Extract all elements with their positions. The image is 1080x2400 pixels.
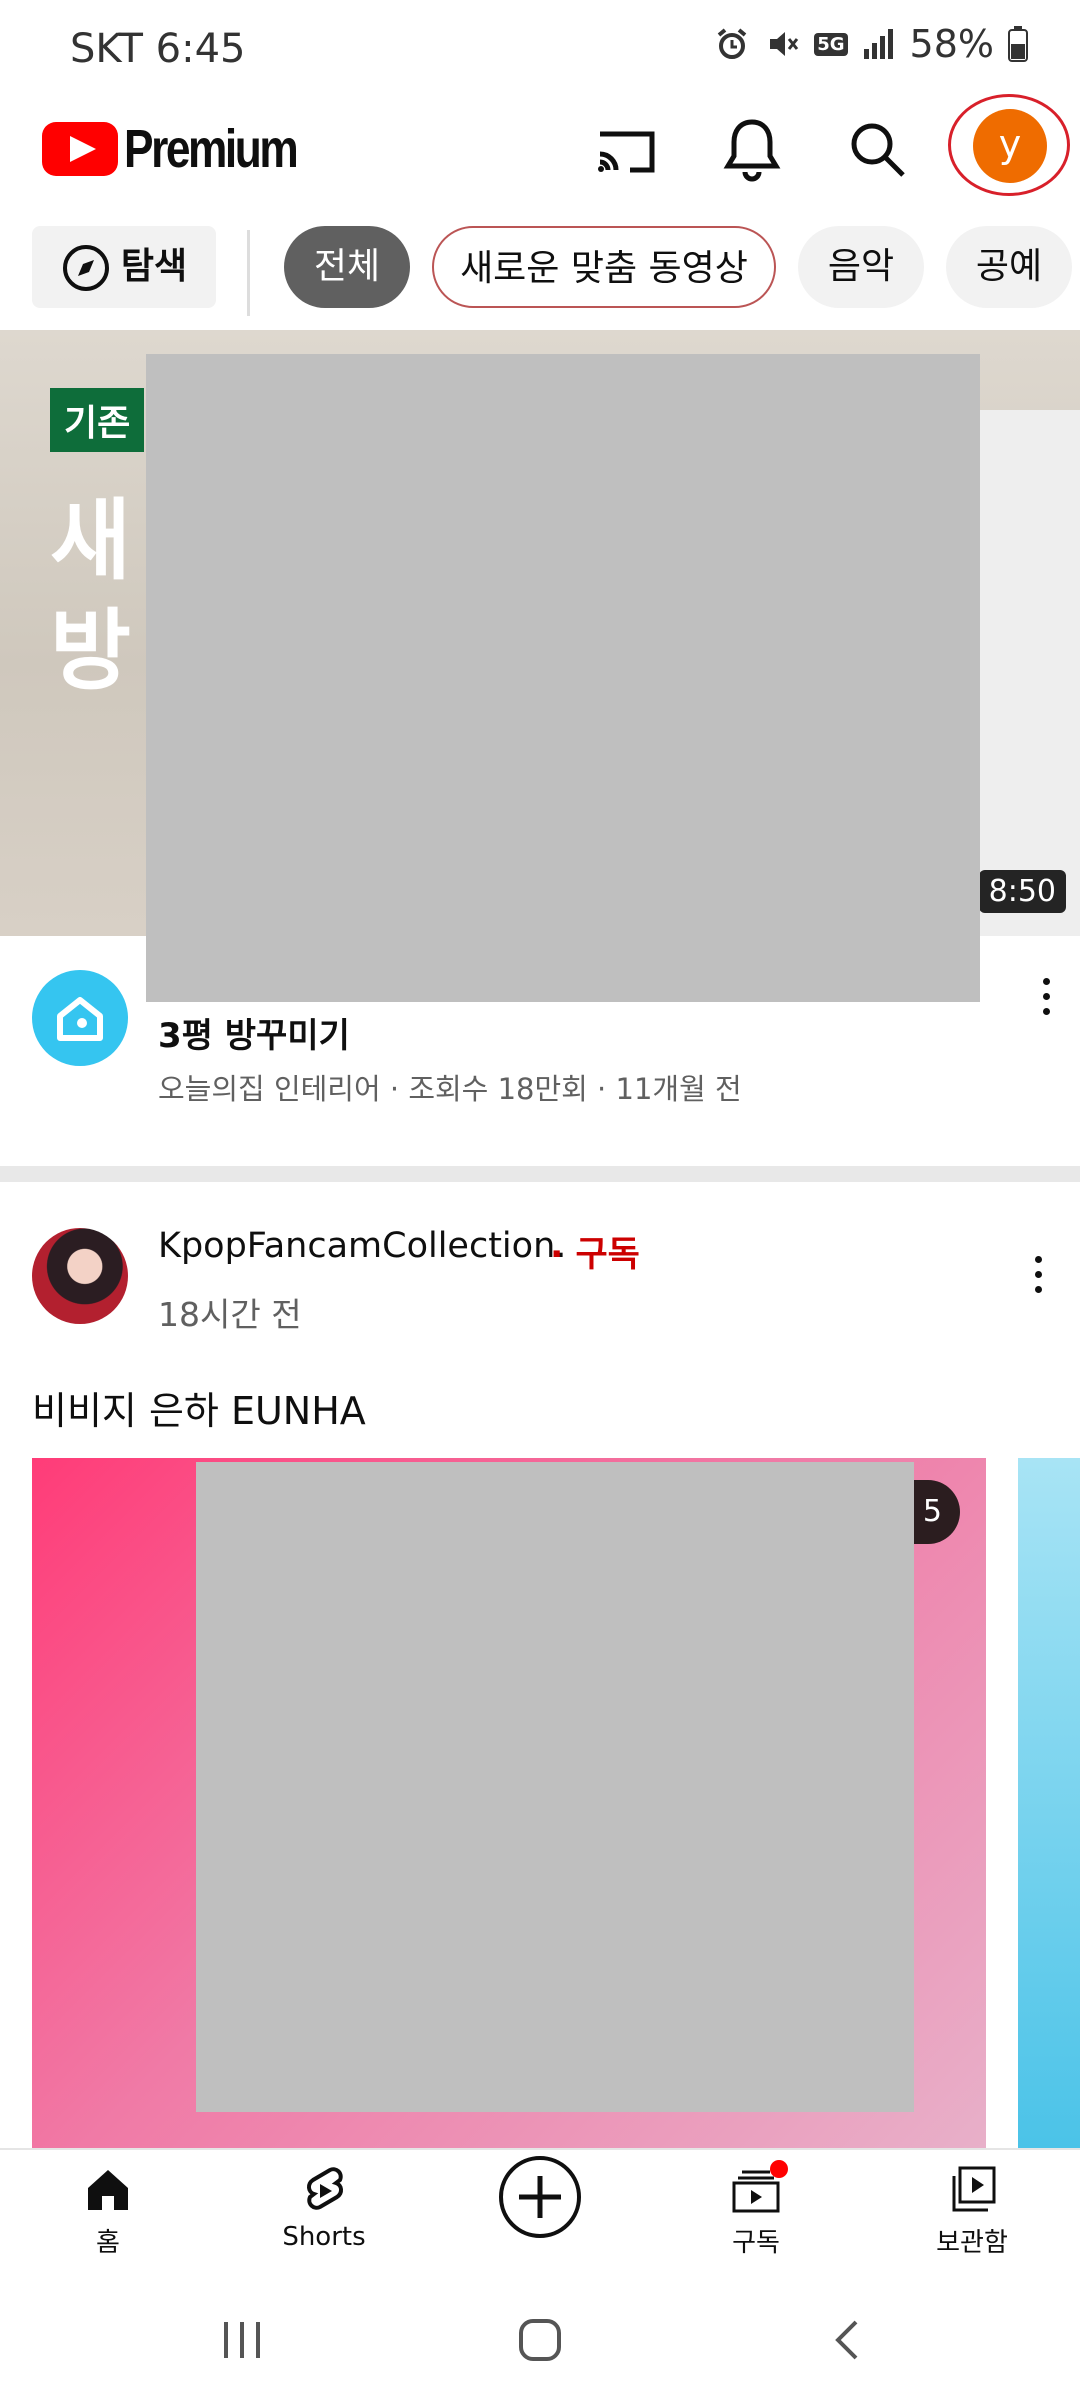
nav-shorts-label: Shorts [282, 2222, 366, 2252]
account-avatar-button[interactable]: y [948, 94, 1070, 196]
nav-library[interactable]: 보관함 [892, 2164, 1052, 2259]
nav-library-label: 보관함 [936, 2228, 1008, 2258]
video-title[interactable]: 3평 방꾸미기 [158, 1008, 350, 1057]
carrier-time: SKT 6:45 [70, 26, 246, 72]
thumbnail-text-line1: 새 [50, 489, 131, 592]
post-channel-avatar[interactable] [32, 1228, 128, 1324]
back-icon[interactable] [826, 2318, 870, 2362]
subscribe-link[interactable]: · 구독 [550, 1226, 640, 1277]
cast-icon[interactable] [586, 110, 666, 190]
network-badge: 5G [814, 32, 848, 56]
house-logo-icon [57, 997, 103, 1041]
channel-avatar[interactable] [32, 970, 128, 1066]
recents-icon[interactable] [220, 2318, 264, 2362]
duration-badge: 8:50 [978, 870, 1066, 913]
video-more-icon[interactable] [1036, 978, 1056, 1018]
youtube-logo-icon [42, 122, 118, 176]
mute-icon [770, 32, 799, 56]
chip-divider [247, 230, 250, 316]
search-icon[interactable] [838, 110, 918, 190]
thumbnail-shelf [970, 410, 1080, 936]
post-more-icon[interactable] [1028, 1256, 1048, 1296]
video-meta: 오늘의집 인테리어 · 조회수 18만회 · 11개월 전 [158, 1072, 742, 1106]
section-divider [0, 1166, 1080, 1182]
create-icon [499, 2156, 581, 2238]
bottom-nav: 홈 Shorts 구독 보관함 [0, 2148, 1080, 2278]
post-image-next[interactable] [1018, 1458, 1080, 2148]
post-time: 18시간 전 [158, 1295, 302, 1334]
signal-icon [863, 29, 893, 59]
battery-percent: 58% [909, 22, 994, 66]
explore-label: 탐색 [120, 246, 188, 287]
shorts-icon [307, 2167, 343, 2210]
avatar: y [973, 109, 1047, 183]
chip-music[interactable]: 음악 [798, 226, 924, 308]
youtube-premium-logo[interactable]: Premium [42, 118, 334, 180]
thumbnail-text-line2: 방 [50, 599, 131, 702]
nav-shorts[interactable]: Shorts [244, 2164, 404, 2252]
compass-icon [62, 245, 109, 291]
thumbnail-badge: 기존 [50, 388, 145, 452]
nav-home-label: 홈 [96, 2228, 120, 2258]
home-system-icon[interactable] [518, 2318, 562, 2362]
post-channel-name[interactable]: KpopFancamCollection. [158, 1226, 566, 1266]
chip-crafts[interactable]: 공예 [946, 226, 1072, 308]
chip-new-recommended[interactable]: 새로운 맞춤 동영상 [432, 226, 776, 308]
category-chips: 탐색 전체 새로운 맞춤 동영상 음악 공예 [0, 222, 1080, 316]
library-icon [952, 2166, 996, 2212]
battery-icon [1008, 26, 1028, 62]
redacted-region [196, 1462, 914, 2112]
brand-wordmark: Premium [124, 119, 299, 179]
system-nav-bar [0, 2278, 1080, 2400]
notification-dot [770, 2160, 788, 2178]
alarm-icon [717, 28, 747, 59]
chip-all[interactable]: 전체 [284, 226, 410, 308]
status-icons: 5G 58% [714, 22, 1028, 66]
explore-chip[interactable]: 탐색 [32, 226, 216, 308]
nav-subscriptions-label: 구독 [732, 2228, 780, 2258]
post-text: 비비지 은하 EUNHA [32, 1389, 366, 1433]
status-bar: SKT 6:45 5G 58% [0, 0, 1080, 96]
bell-icon[interactable] [712, 110, 792, 190]
redacted-region [146, 354, 980, 1002]
nav-home[interactable]: 홈 [28, 2164, 188, 2259]
home-icon [88, 2170, 128, 2210]
nav-subscriptions[interactable]: 구독 [676, 2164, 836, 2259]
nav-create[interactable] [460, 2154, 620, 2240]
